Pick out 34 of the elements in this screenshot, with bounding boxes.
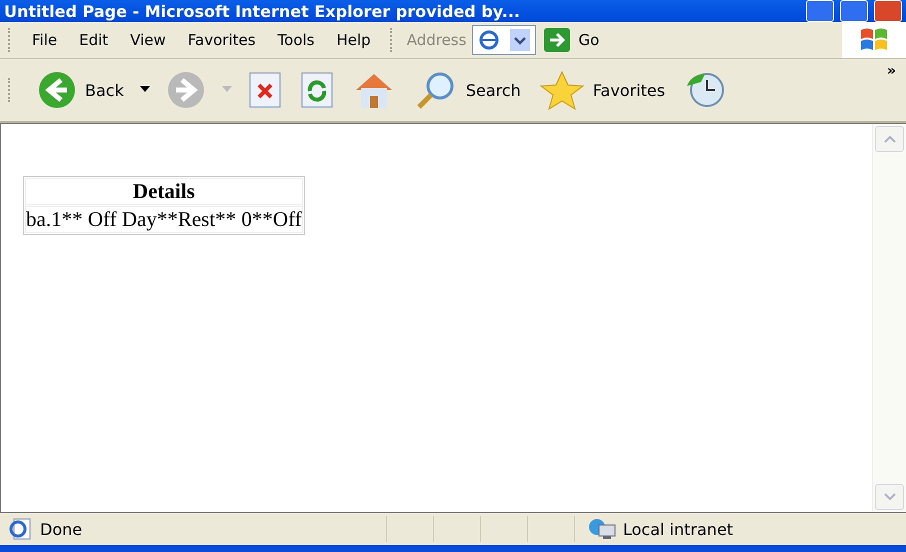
menu-item[interactable]: View bbox=[119, 31, 177, 49]
window-title: Untitled Page - Microsoft Internet Explorer provided by... bbox=[4, 2, 521, 20]
status-text: Done bbox=[40, 520, 84, 538]
menu-item[interactable]: Edit bbox=[68, 31, 120, 49]
maximize-button[interactable] bbox=[840, 0, 868, 22]
up-caret-icon bbox=[884, 135, 896, 143]
scroll-up-button[interactable] bbox=[875, 126, 904, 152]
table-cell: ba.1** Off Day**Rest** 0**Off bbox=[25, 206, 303, 233]
flag-logo-icon bbox=[859, 27, 889, 53]
minimize-button[interactable] bbox=[806, 0, 834, 22]
menu-item[interactable]: Favorites bbox=[176, 31, 267, 49]
menu-item[interactable]: File bbox=[21, 31, 68, 49]
dropdown-icon[interactable] bbox=[510, 29, 530, 51]
address-field[interactable] bbox=[472, 25, 536, 55]
browser-icon bbox=[478, 30, 499, 50]
back-button[interactable]: Back bbox=[35, 68, 126, 112]
search-button[interactable]: Search bbox=[412, 68, 523, 112]
stop-icon bbox=[248, 71, 282, 109]
scrollbar[interactable] bbox=[872, 124, 906, 512]
menu-item[interactable]: Tools bbox=[266, 31, 326, 49]
more-chevron-icon[interactable]: » bbox=[886, 63, 896, 79]
menu-item[interactable]: Help bbox=[326, 31, 382, 49]
star-icon bbox=[538, 70, 585, 110]
caret-icon[interactable] bbox=[140, 86, 150, 94]
zone-text: Local intranet bbox=[623, 520, 734, 538]
table-heading: Details bbox=[25, 178, 303, 205]
down-caret-icon bbox=[884, 493, 896, 501]
refresh-icon bbox=[300, 71, 334, 109]
network-computer-icon bbox=[587, 517, 617, 541]
address-label: Address bbox=[406, 31, 466, 49]
scroll-down-button[interactable] bbox=[875, 484, 904, 510]
go-button[interactable]: Go bbox=[544, 28, 600, 52]
favorites-button[interactable]: Favorites bbox=[536, 68, 668, 112]
close-button[interactable] bbox=[874, 0, 902, 22]
